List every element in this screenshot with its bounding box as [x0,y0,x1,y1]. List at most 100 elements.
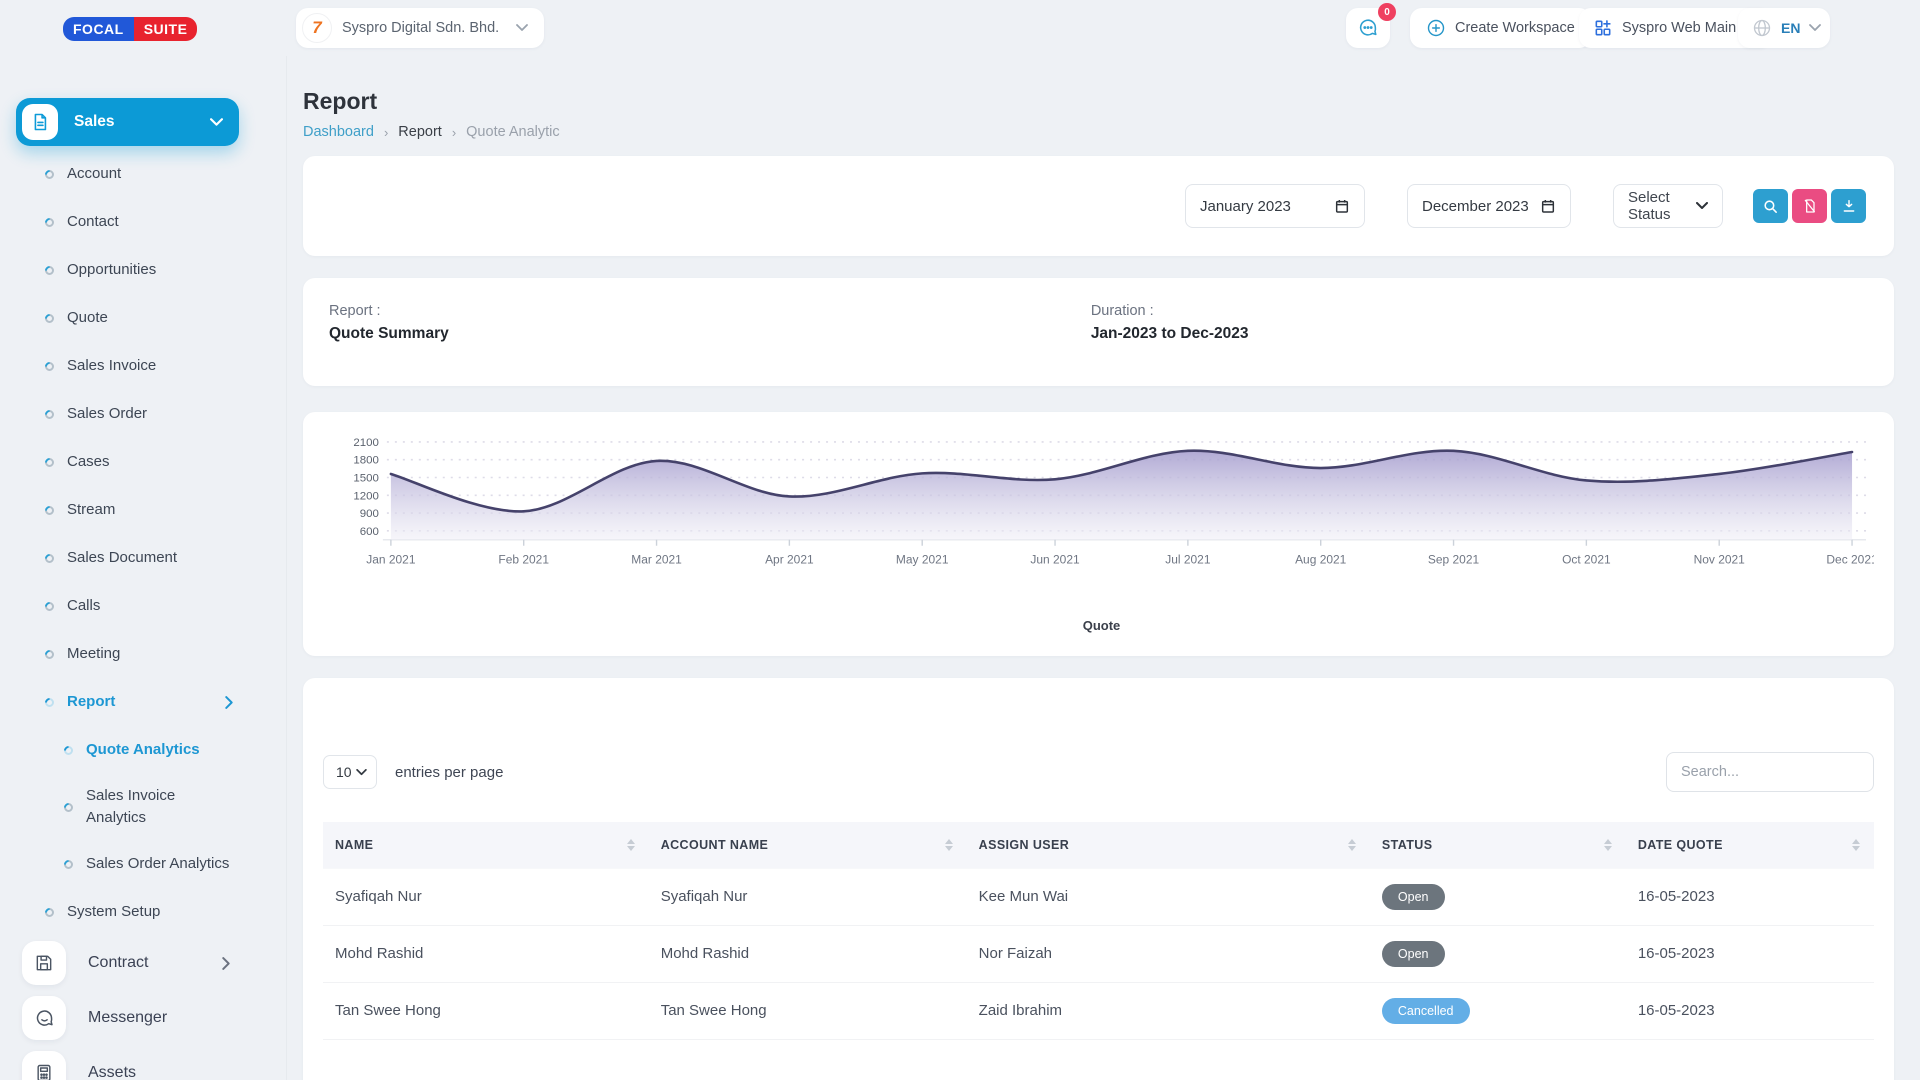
sidebar-item-opportunities[interactable]: Opportunities [0,246,286,294]
brand-logo-primary: FOCAL [63,17,134,41]
bullet-icon [62,801,75,814]
table-row[interactable]: Mohd Rashid Mohd Rashid Nor Faizah Open … [323,925,1874,982]
create-workspace-button[interactable]: Create Workspace [1410,8,1591,48]
report-summary-card: Report : Quote Summary Duration : Jan-20… [303,278,1894,386]
svg-text:Mar 2021: Mar 2021 [631,553,682,567]
messages-button[interactable]: 0 [1346,8,1390,48]
download-button[interactable] [1831,189,1866,223]
brand-logo-secondary: SUITE [134,17,198,41]
date-from-input[interactable]: January 2023 [1185,184,1365,228]
sort-icon[interactable] [627,839,635,851]
cell-account: Mohd Rashid [649,925,967,982]
clear-filter-button[interactable] [1792,189,1827,223]
column-header-status[interactable]: STATUS [1370,822,1626,868]
bullet-icon [43,504,56,517]
sort-icon[interactable] [1852,839,1860,851]
column-header-assign-user[interactable]: ASSIGN USER [967,822,1370,868]
cell-assign-user: Zaid Ibrahim [967,982,1370,1039]
summary-report-value: Quote Summary [329,325,449,343]
cell-account: Tan Swee Hong [649,982,967,1039]
bullet-icon [43,456,56,469]
sort-icon[interactable] [1604,839,1612,851]
sidebar-item-sales-invoice[interactable]: Sales Invoice [0,342,286,390]
sidebar-section-assets[interactable]: Assets [0,1048,286,1080]
chat-bubble-icon [1357,17,1379,39]
sort-icon[interactable] [945,839,953,851]
sales-doc-icon [22,104,58,140]
svg-text:Jan 2021: Jan 2021 [366,553,416,567]
sidebar-item-sales-order-analytics[interactable]: Sales Order Analytics [0,840,286,888]
svg-text:Dec 2021: Dec 2021 [1826,553,1874,567]
language-code: EN [1781,20,1800,36]
file-slash-icon [1802,198,1818,214]
svg-text:Sep 2021: Sep 2021 [1428,553,1480,567]
cell-name: Mohd Rashid [323,925,649,982]
chevron-down-icon [210,118,223,127]
svg-text:Apr 2021: Apr 2021 [765,553,814,567]
chevron-right-icon [225,696,234,709]
sort-icon[interactable] [1348,839,1356,851]
sidebar-item-sales-invoice-analytics[interactable]: Sales Invoice Analytics [0,774,286,840]
entries-per-page-label: entries per page [395,764,503,781]
svg-text:Jul 2021: Jul 2021 [1165,553,1211,567]
sidebar-item-stream[interactable]: Stream [0,486,286,534]
language-selector[interactable]: EN [1738,8,1830,48]
page-size-select[interactable]: 10 [323,755,377,789]
sidebar-item-report[interactable]: Report [0,678,286,726]
status-select[interactable]: Select Status [1613,184,1723,228]
quote-area-chart: 6009001200150018002100 Jan 2021Feb 2021M… [329,412,1874,608]
svg-text:Aug 2021: Aug 2021 [1295,553,1347,567]
sidebar-item-calls[interactable]: Calls [0,582,286,630]
sidebar-item-contact[interactable]: Contact [0,198,286,246]
table-row[interactable]: Syafiqah Nur Syafiqah Nur Kee Mun Wai Op… [323,868,1874,925]
cell-name: Syafiqah Nur [323,868,649,925]
sidebar-item-account[interactable]: Account [0,150,286,198]
bullet-icon [43,648,56,661]
table-row[interactable]: Tan Swee Hong Tan Swee Hong Zaid Ibrahim… [323,982,1874,1039]
sidebar-item-sales-order[interactable]: Sales Order [0,390,286,438]
topbar: FOCAL SUITE 7 Syspro Digital Sdn. Bhd. 0 [0,0,1920,56]
sidebar-section-contract[interactable]: Contract [0,938,286,988]
column-header-name[interactable]: NAME [323,822,649,868]
breadcrumb-dashboard[interactable]: Dashboard [303,124,374,140]
bullet-icon [43,216,56,229]
chevron-down-icon [1809,24,1821,32]
workspace-selector[interactable]: 7 Syspro Digital Sdn. Bhd. [296,8,544,48]
bullet-icon [43,906,56,919]
svg-text:1800: 1800 [353,455,379,467]
svg-text:Jun 2021: Jun 2021 [1030,553,1080,567]
table-search-input[interactable] [1666,752,1874,792]
column-header-date-quote[interactable]: DATE QUOTE [1626,822,1874,868]
sidebar-item-cases[interactable]: Cases [0,438,286,486]
breadcrumb-separator: › [384,125,388,140]
column-header-account-name[interactable]: ACCOUNT NAME [649,822,967,868]
grid-plus-icon [1593,18,1613,38]
sidebar-item-quote-analytics[interactable]: Quote Analytics [0,726,286,774]
sidebar-item-sales-document[interactable]: Sales Document [0,534,286,582]
chevron-right-icon [222,957,231,970]
bullet-icon [43,552,56,565]
sidebar-section-sales[interactable]: Sales [16,98,239,146]
sidebar-item-meeting[interactable]: Meeting [0,630,286,678]
breadcrumb: Dashboard › Report › Quote Analytic [303,124,1894,140]
svg-text:1200: 1200 [353,490,379,502]
bullet-icon [62,858,75,871]
sidebar-item-system-setup[interactable]: System Setup [0,888,286,936]
calendar-icon [1540,198,1556,214]
breadcrumb-report[interactable]: Report [398,124,442,140]
sidebar-menu: Account Contact Opportunities Quote Sale… [0,150,286,936]
svg-text:May 2021: May 2021 [896,553,949,567]
calendar-icon [1334,198,1350,214]
active-workspace-name: Syspro Web Main [1622,20,1736,36]
calculator-icon [22,1051,66,1080]
breadcrumb-quote-analytic: Quote Analytic [466,124,560,140]
search-button[interactable] [1753,189,1788,223]
bullet-icon [43,360,56,373]
chevron-down-icon [516,24,528,32]
app-page: FOCAL SUITE 7 Syspro Digital Sdn. Bhd. 0 [0,0,1920,1080]
date-to-input[interactable]: December 2023 [1407,184,1571,228]
sidebar-item-quote[interactable]: Quote [0,294,286,342]
cell-name: Tan Swee Hong [323,982,649,1039]
sidebar-section-messenger[interactable]: Messenger [0,993,286,1043]
chevron-down-icon [356,769,367,776]
